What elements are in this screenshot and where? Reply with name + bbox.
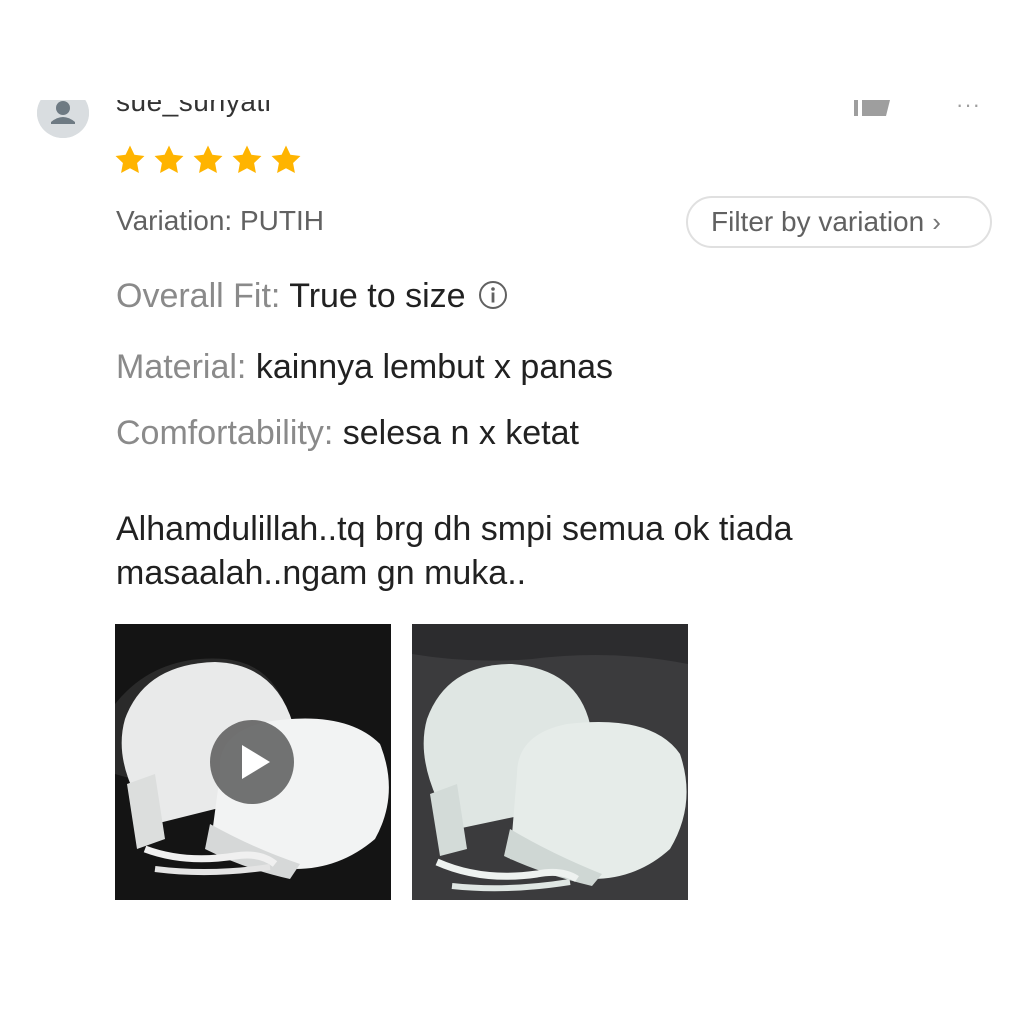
star-icon <box>154 145 184 174</box>
attribute-key: Comfortability: <box>116 414 343 452</box>
variation-label: Variation: PUTIH <box>116 205 324 236</box>
attribute-material: Material: kainnya lembut x panas <box>116 347 613 387</box>
review-header: sue_suriyati ··· <box>0 100 1024 140</box>
attribute-key: Material: <box>116 348 256 386</box>
star-icon <box>232 145 262 174</box>
attribute-comfortability: Comfortability: selesa n x ketat <box>116 413 579 453</box>
user-avatar-icon[interactable] <box>37 100 89 138</box>
review-text: Alhamdulillah..tq brg dh smpi semua ok t… <box>116 507 916 595</box>
review-text-line: masaalah..ngam gn muka.. <box>116 554 527 592</box>
star-icon <box>115 145 145 174</box>
chevron-right-icon: › <box>932 206 941 237</box>
play-icon[interactable] <box>210 720 294 804</box>
info-icon[interactable] <box>478 279 508 310</box>
review-video-thumbnail[interactable] <box>115 624 391 900</box>
attribute-value: selesa n x ketat <box>342 414 579 452</box>
reviewer-username[interactable]: sue_suriyati <box>116 100 271 118</box>
review-text-line: Alhamdulillah..tq brg dh smpi semua ok t… <box>116 510 793 548</box>
filter-button-label: Filter by variation <box>711 206 925 237</box>
review-card: sue_suriyati ··· Variation: PUTIH Filter… <box>0 0 1024 1024</box>
thumbs-up-icon[interactable] <box>854 100 892 118</box>
star-icon <box>271 145 301 174</box>
filter-by-variation-button[interactable]: Filter by variation › <box>686 196 992 248</box>
attribute-value: kainnya lembut x panas <box>255 348 614 386</box>
star-rating <box>113 143 303 177</box>
more-options-icon[interactable]: ··· <box>956 100 981 116</box>
attribute-key: Overall Fit: <box>116 277 290 315</box>
attribute-value: True to size <box>289 277 466 315</box>
attribute-overall-fit: Overall Fit: True to size <box>116 276 508 316</box>
star-icon <box>193 145 223 174</box>
review-photo-thumbnail[interactable] <box>412 624 688 900</box>
